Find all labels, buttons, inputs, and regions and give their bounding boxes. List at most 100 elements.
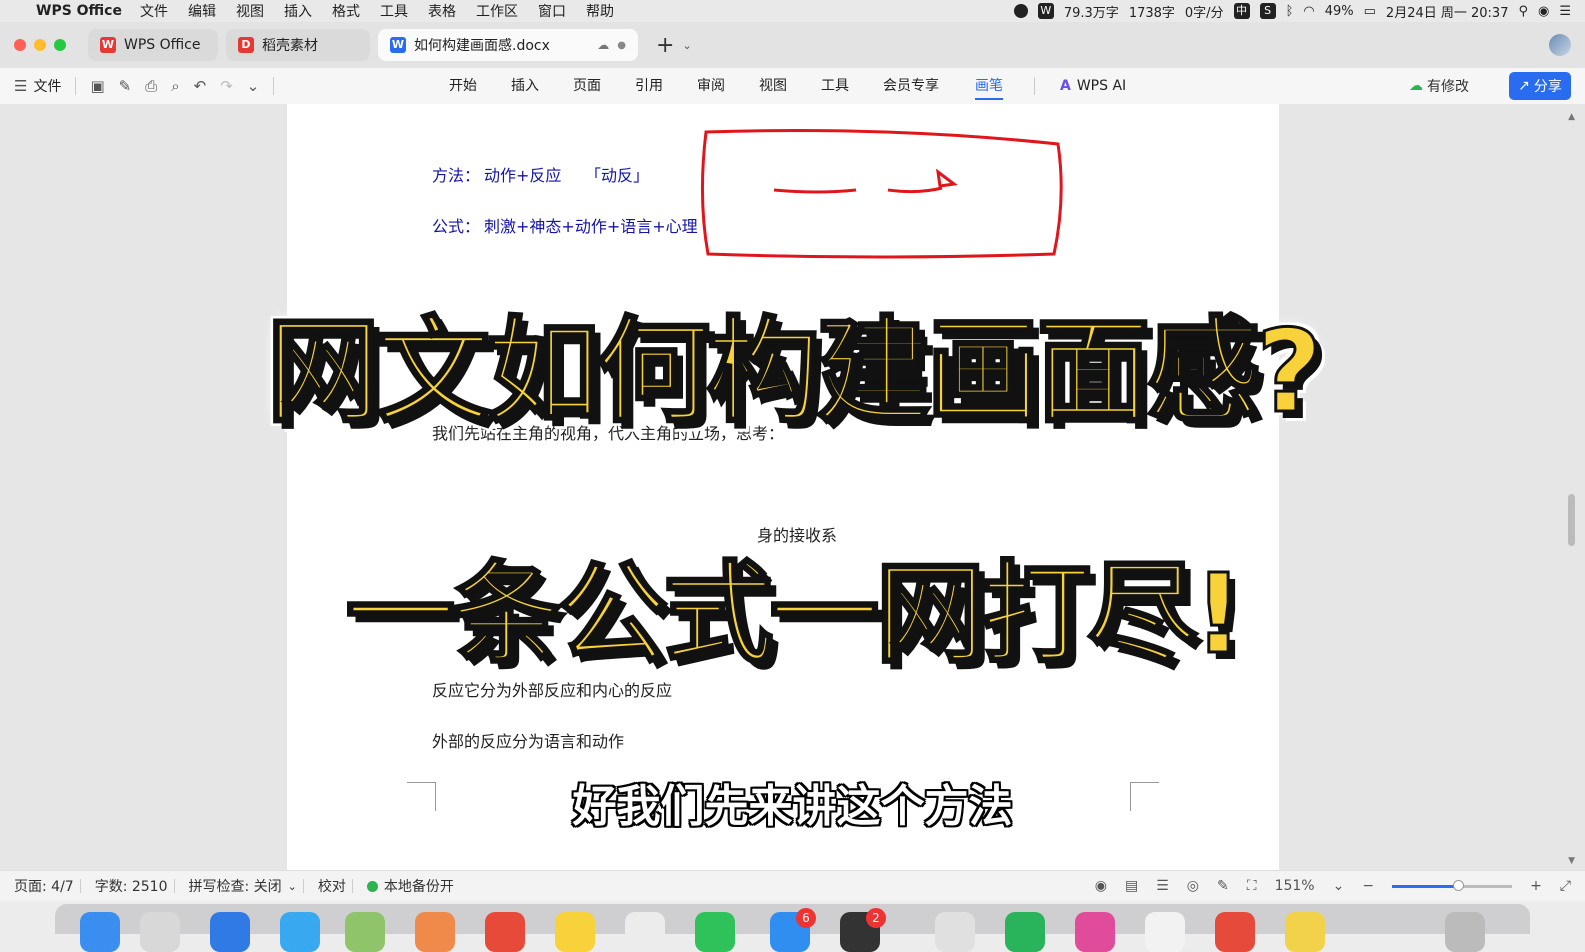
divider (302, 879, 304, 893)
dock-app-generic[interactable] (1075, 912, 1115, 952)
zoom-level[interactable]: 151% (1275, 878, 1315, 894)
control-center-icon[interactable]: ☰ (1559, 4, 1571, 19)
minimize-window-button[interactable] (34, 39, 46, 51)
menu-format[interactable]: 格式 (332, 1, 360, 21)
hamburger-menu-icon[interactable]: ☰ (14, 77, 27, 95)
wps-ai-button[interactable]: A WPS AI (1060, 78, 1126, 94)
dock-app-reminders[interactable] (625, 912, 665, 952)
spellcheck-toggle[interactable]: 拼写检查: 关闭 ⌄ (189, 876, 297, 896)
dock-app-calendar[interactable] (485, 912, 525, 952)
tab-insert[interactable]: 插入 (511, 68, 573, 104)
dock-app-system[interactable]: 2 (840, 908, 886, 952)
wifi-icon[interactable]: ◠ (1303, 4, 1314, 19)
screen-record-icon[interactable] (1013, 4, 1028, 18)
document-page[interactable]: 方法： 动作+反应 「动反」 公式： 刺激+神态+动作+语言+心理 我们先站在主… (287, 104, 1279, 870)
dock-app-wechat[interactable] (695, 912, 735, 952)
print-preview-icon[interactable]: ⌕ (171, 77, 179, 95)
menu-workspace[interactable]: 工作区 (476, 1, 518, 21)
dock-app-safari[interactable] (210, 912, 250, 952)
page-indicator[interactable]: 页面: 4/7 (14, 876, 74, 896)
tab-member[interactable]: 会员专享 (883, 68, 975, 104)
word-count-total: 79.3万字 (1063, 5, 1119, 21)
menu-help[interactable]: 帮助 (586, 1, 614, 21)
fit-page-icon[interactable]: ⛶ (1247, 878, 1257, 894)
close-window-button[interactable] (14, 39, 26, 51)
bluetooth-icon[interactable]: ᛒ (1286, 4, 1294, 19)
maximize-window-button[interactable] (54, 39, 66, 51)
sogou-icon[interactable]: S (1259, 3, 1276, 19)
quick-access-chevron-icon[interactable]: ⌄ (247, 77, 260, 95)
outline-view-icon[interactable]: ☰ (1156, 878, 1169, 894)
wps-tray-icon[interactable]: W (1037, 3, 1054, 19)
save-icon[interactable]: ▣ (90, 77, 104, 95)
tab-wps-office[interactable]: W WPS Office (88, 29, 218, 61)
zoom-slider[interactable] (1392, 879, 1513, 891)
zoom-dropdown-icon[interactable]: ⌄ (1333, 878, 1345, 894)
menu-file[interactable]: 文件 (140, 1, 168, 21)
dock-app-photos[interactable] (415, 912, 455, 952)
dock-app-launchpad[interactable] (140, 912, 180, 952)
local-backup-status[interactable]: 本地备份开 (366, 876, 454, 896)
menu-tools[interactable]: 工具 (380, 1, 408, 21)
tab-list-chevron-icon[interactable]: ⌄ (682, 39, 691, 52)
dock-app-generic[interactable] (935, 912, 975, 952)
pen-icon[interactable]: ✎ (1217, 878, 1229, 894)
eye-protect-icon[interactable]: ◉ (1095, 878, 1107, 894)
zoom-slider-knob[interactable] (1453, 879, 1465, 891)
tab-tools[interactable]: 工具 (821, 68, 883, 104)
fullscreen-icon[interactable]: ⤢ (1560, 878, 1571, 894)
dock-app-generic[interactable] (1145, 912, 1185, 952)
tab-view[interactable]: 视图 (759, 68, 821, 104)
tab-docer-materials[interactable]: D 稻壳素材 (226, 29, 370, 61)
menu-view[interactable]: 视图 (236, 1, 264, 21)
zoom-in-icon[interactable]: + (1530, 878, 1542, 894)
dock-app-numbers[interactable] (1005, 912, 1045, 952)
formula-label: 公式： (432, 217, 481, 236)
menu-edit[interactable]: 编辑 (188, 1, 216, 21)
modified-status-button[interactable]: ☁ 有修改 (1409, 76, 1469, 96)
word-count[interactable]: 字数: 2510 (95, 876, 168, 896)
redo-icon[interactable]: ↷ (220, 77, 233, 95)
zoom-out-icon[interactable]: − (1362, 878, 1374, 894)
format-painter-icon[interactable]: ✎ (119, 77, 132, 95)
unsaved-dot-icon[interactable]: ● (617, 40, 626, 51)
proofread-button[interactable]: 校对 (318, 876, 346, 896)
siri-icon[interactable]: ◉ (1538, 4, 1549, 19)
menubar-status-area: W 79.3万字 1738字 0字/分 中 S ᛒ ◠ 49% ▭ 2月24日 … (1013, 0, 1571, 22)
dock-app-maps[interactable] (345, 912, 385, 952)
method-short: 「动反」 (585, 166, 650, 185)
tab-pen[interactable]: 画笔 (975, 68, 1037, 104)
spotlight-search-icon[interactable]: ⚲ (1518, 4, 1528, 19)
share-button[interactable]: ↗ 分享 (1509, 72, 1571, 100)
scroll-up-arrow-icon[interactable]: ▲ (1568, 112, 1575, 122)
app-name-menu[interactable]: WPS Office (36, 3, 122, 19)
dock-app-finder[interactable] (80, 912, 120, 952)
menu-table[interactable]: 表格 (428, 1, 456, 21)
battery-icon[interactable]: ▭ (1364, 4, 1376, 19)
tab-references[interactable]: 引用 (635, 68, 697, 104)
divider (173, 879, 175, 893)
tab-bar: W WPS Office D 稻壳素材 W 如何构建画面感.docx ☁ ● +… (0, 22, 1585, 68)
dock-app-generic[interactable] (1285, 912, 1325, 952)
input-method-icon[interactable]: 中 (1233, 3, 1250, 19)
dock-app-wps[interactable] (1215, 912, 1255, 952)
new-tab-button[interactable]: + (656, 33, 674, 58)
tab-home[interactable]: 开始 (449, 68, 511, 104)
menu-window[interactable]: 窗口 (538, 1, 566, 21)
web-view-icon[interactable]: ◎ (1187, 878, 1199, 894)
dock-app-notes[interactable] (555, 912, 595, 952)
tab-page[interactable]: 页面 (573, 68, 635, 104)
tab-document[interactable]: W 如何构建画面感.docx ☁ ● (378, 29, 638, 61)
print-icon[interactable]: ⎙ (145, 77, 157, 95)
dock-app-mail[interactable]: 6 (770, 908, 816, 952)
datetime[interactable]: 2月24日 周一 20:37 (1386, 2, 1509, 21)
dock-trash[interactable] (1445, 912, 1485, 952)
file-menu-button[interactable]: 文件 (33, 76, 61, 96)
undo-icon[interactable]: ↶ (194, 77, 207, 95)
user-avatar[interactable] (1549, 34, 1571, 56)
dock-app-messages[interactable] (280, 912, 320, 952)
tab-review[interactable]: 审阅 (697, 68, 759, 104)
page-view-icon[interactable]: ▤ (1125, 878, 1138, 894)
menu-insert[interactable]: 插入 (284, 1, 312, 21)
scroll-down-arrow-icon[interactable]: ▼ (1568, 856, 1575, 866)
